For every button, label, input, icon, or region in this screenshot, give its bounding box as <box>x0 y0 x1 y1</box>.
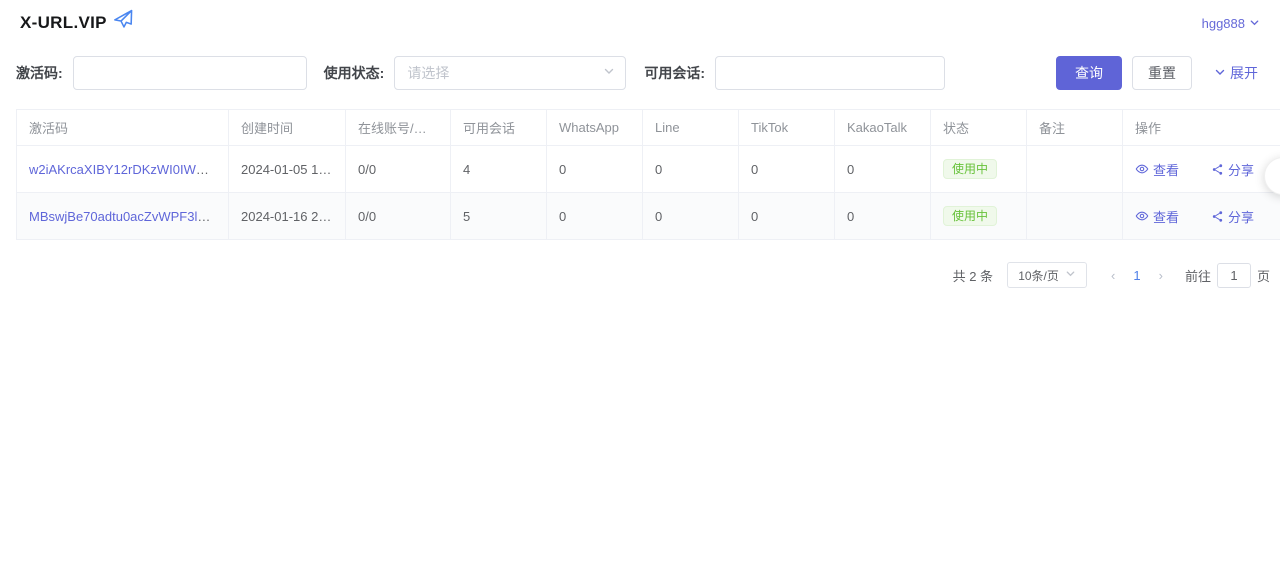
created-time-cell: 2024-01-16 21:45:59 <box>229 193 346 240</box>
share-icon <box>1211 210 1224 223</box>
tiktok-cell: 0 <box>739 193 835 240</box>
col-online-total-accounts: 在线账号/总账号 <box>346 110 451 146</box>
usage-status-select[interactable]: 请选择 <box>394 56 626 90</box>
expand-label: 展开 <box>1230 63 1258 83</box>
logo-text: X-URL.VIP <box>20 13 107 33</box>
col-line: Line <box>643 110 739 146</box>
chevron-down-icon <box>1249 16 1260 31</box>
sessions-cell: 4 <box>451 146 547 193</box>
chevron-down-icon <box>1065 268 1076 282</box>
app-header: X-URL.VIP hgg888 <box>0 0 1280 40</box>
available-sessions-input[interactable] <box>715 56 945 90</box>
expand-toggle[interactable]: 展开 <box>1214 63 1258 83</box>
whatsapp-cell: 0 <box>547 193 643 240</box>
col-activation-code: 激活码 <box>17 110 229 146</box>
usage-status-label: 使用状态: <box>324 63 385 83</box>
share-button[interactable]: 分享 <box>1211 207 1254 226</box>
created-time-cell: 2024-01-05 18:20:57 <box>229 146 346 193</box>
col-whatsapp: WhatsApp <box>547 110 643 146</box>
share-button[interactable]: 分享 <box>1211 160 1254 179</box>
page-number-1[interactable]: 1 <box>1125 268 1148 283</box>
whatsapp-cell: 0 <box>547 146 643 193</box>
col-actions: 操作 <box>1123 110 1280 146</box>
available-sessions-label: 可用会话: <box>644 63 705 83</box>
total-count: 共 2 条 <box>953 266 993 285</box>
share-icon <box>1211 163 1224 176</box>
eye-icon <box>1135 209 1149 223</box>
line-cell: 0 <box>643 146 739 193</box>
col-kakaotalk: KakaoTalk <box>835 110 931 146</box>
paper-plane-icon <box>111 7 137 37</box>
sessions-cell: 5 <box>451 193 547 240</box>
share-label: 分享 <box>1228 160 1254 179</box>
kakaotalk-cell: 0 <box>835 193 931 240</box>
page-size-value: 10条/页 <box>1018 267 1059 284</box>
chevron-down-icon <box>1214 65 1226 81</box>
filter-bar: 激活码: 使用状态: 请选择 可用会话: 查询 重置 展开 <box>0 55 1280 91</box>
col-remark: 备注 <box>1027 110 1123 146</box>
eye-icon <box>1135 162 1149 176</box>
col-tiktok: TikTok <box>739 110 835 146</box>
user-menu[interactable]: hgg888 <box>1202 16 1260 31</box>
reset-button[interactable]: 重置 <box>1132 56 1192 90</box>
goto-page-input[interactable] <box>1217 263 1251 288</box>
username: hgg888 <box>1202 16 1245 31</box>
status-badge: 使用中 <box>943 159 997 179</box>
share-label: 分享 <box>1228 207 1254 226</box>
view-label: 查看 <box>1153 160 1179 179</box>
search-button[interactable]: 查询 <box>1056 56 1122 90</box>
usage-status-placeholder: 请选择 <box>407 63 449 83</box>
table-header-row: 激活码 创建时间 在线账号/总账号 可用会话 WhatsApp Line Tik… <box>17 110 1280 146</box>
col-status: 状态 <box>931 110 1027 146</box>
prev-page-button[interactable]: ‹ <box>1101 268 1125 283</box>
logo: X-URL.VIP <box>20 11 135 36</box>
next-page-button[interactable]: › <box>1149 268 1173 283</box>
kakaotalk-cell: 0 <box>835 146 931 193</box>
pagination: 共 2 条 10条/页 ‹ 1 › 前往 页 <box>0 262 1270 288</box>
activation-codes-table: 激活码 创建时间 在线账号/总账号 可用会话 WhatsApp Line Tik… <box>16 109 1278 240</box>
table-row: w2iAKrcaXIBY12rDKzWI0IW3nUCpB8OG 2024-01… <box>17 146 1280 193</box>
page-unit-label: 页 <box>1257 266 1270 285</box>
activation-code-input[interactable] <box>73 56 307 90</box>
activation-code-link[interactable]: w2iAKrcaXIBY12rDKzWI0IW3nUCpB8OG <box>29 162 229 177</box>
status-badge: 使用中 <box>943 206 997 226</box>
accounts-cell: 0/0 <box>346 193 451 240</box>
tiktok-cell: 0 <box>739 146 835 193</box>
goto-label: 前往 <box>1185 266 1211 285</box>
view-button[interactable]: 查看 <box>1135 160 1179 179</box>
line-cell: 0 <box>643 193 739 240</box>
activation-code-link[interactable]: MBswjBe70adtu0acZvWPF3l7p1xqXgoG <box>29 209 229 224</box>
view-button[interactable]: 查看 <box>1135 207 1179 226</box>
col-created-time: 创建时间 <box>229 110 346 146</box>
table-row: MBswjBe70adtu0acZvWPF3l7p1xqXgoG 2024-01… <box>17 193 1280 240</box>
view-label: 查看 <box>1153 207 1179 226</box>
chevron-down-icon <box>603 64 615 82</box>
accounts-cell: 0/0 <box>346 146 451 193</box>
col-available-sessions: 可用会话 <box>451 110 547 146</box>
remark-cell <box>1027 146 1123 193</box>
remark-cell <box>1027 193 1123 240</box>
activation-code-label: 激活码: <box>16 63 63 83</box>
page-size-select[interactable]: 10条/页 <box>1007 262 1087 288</box>
